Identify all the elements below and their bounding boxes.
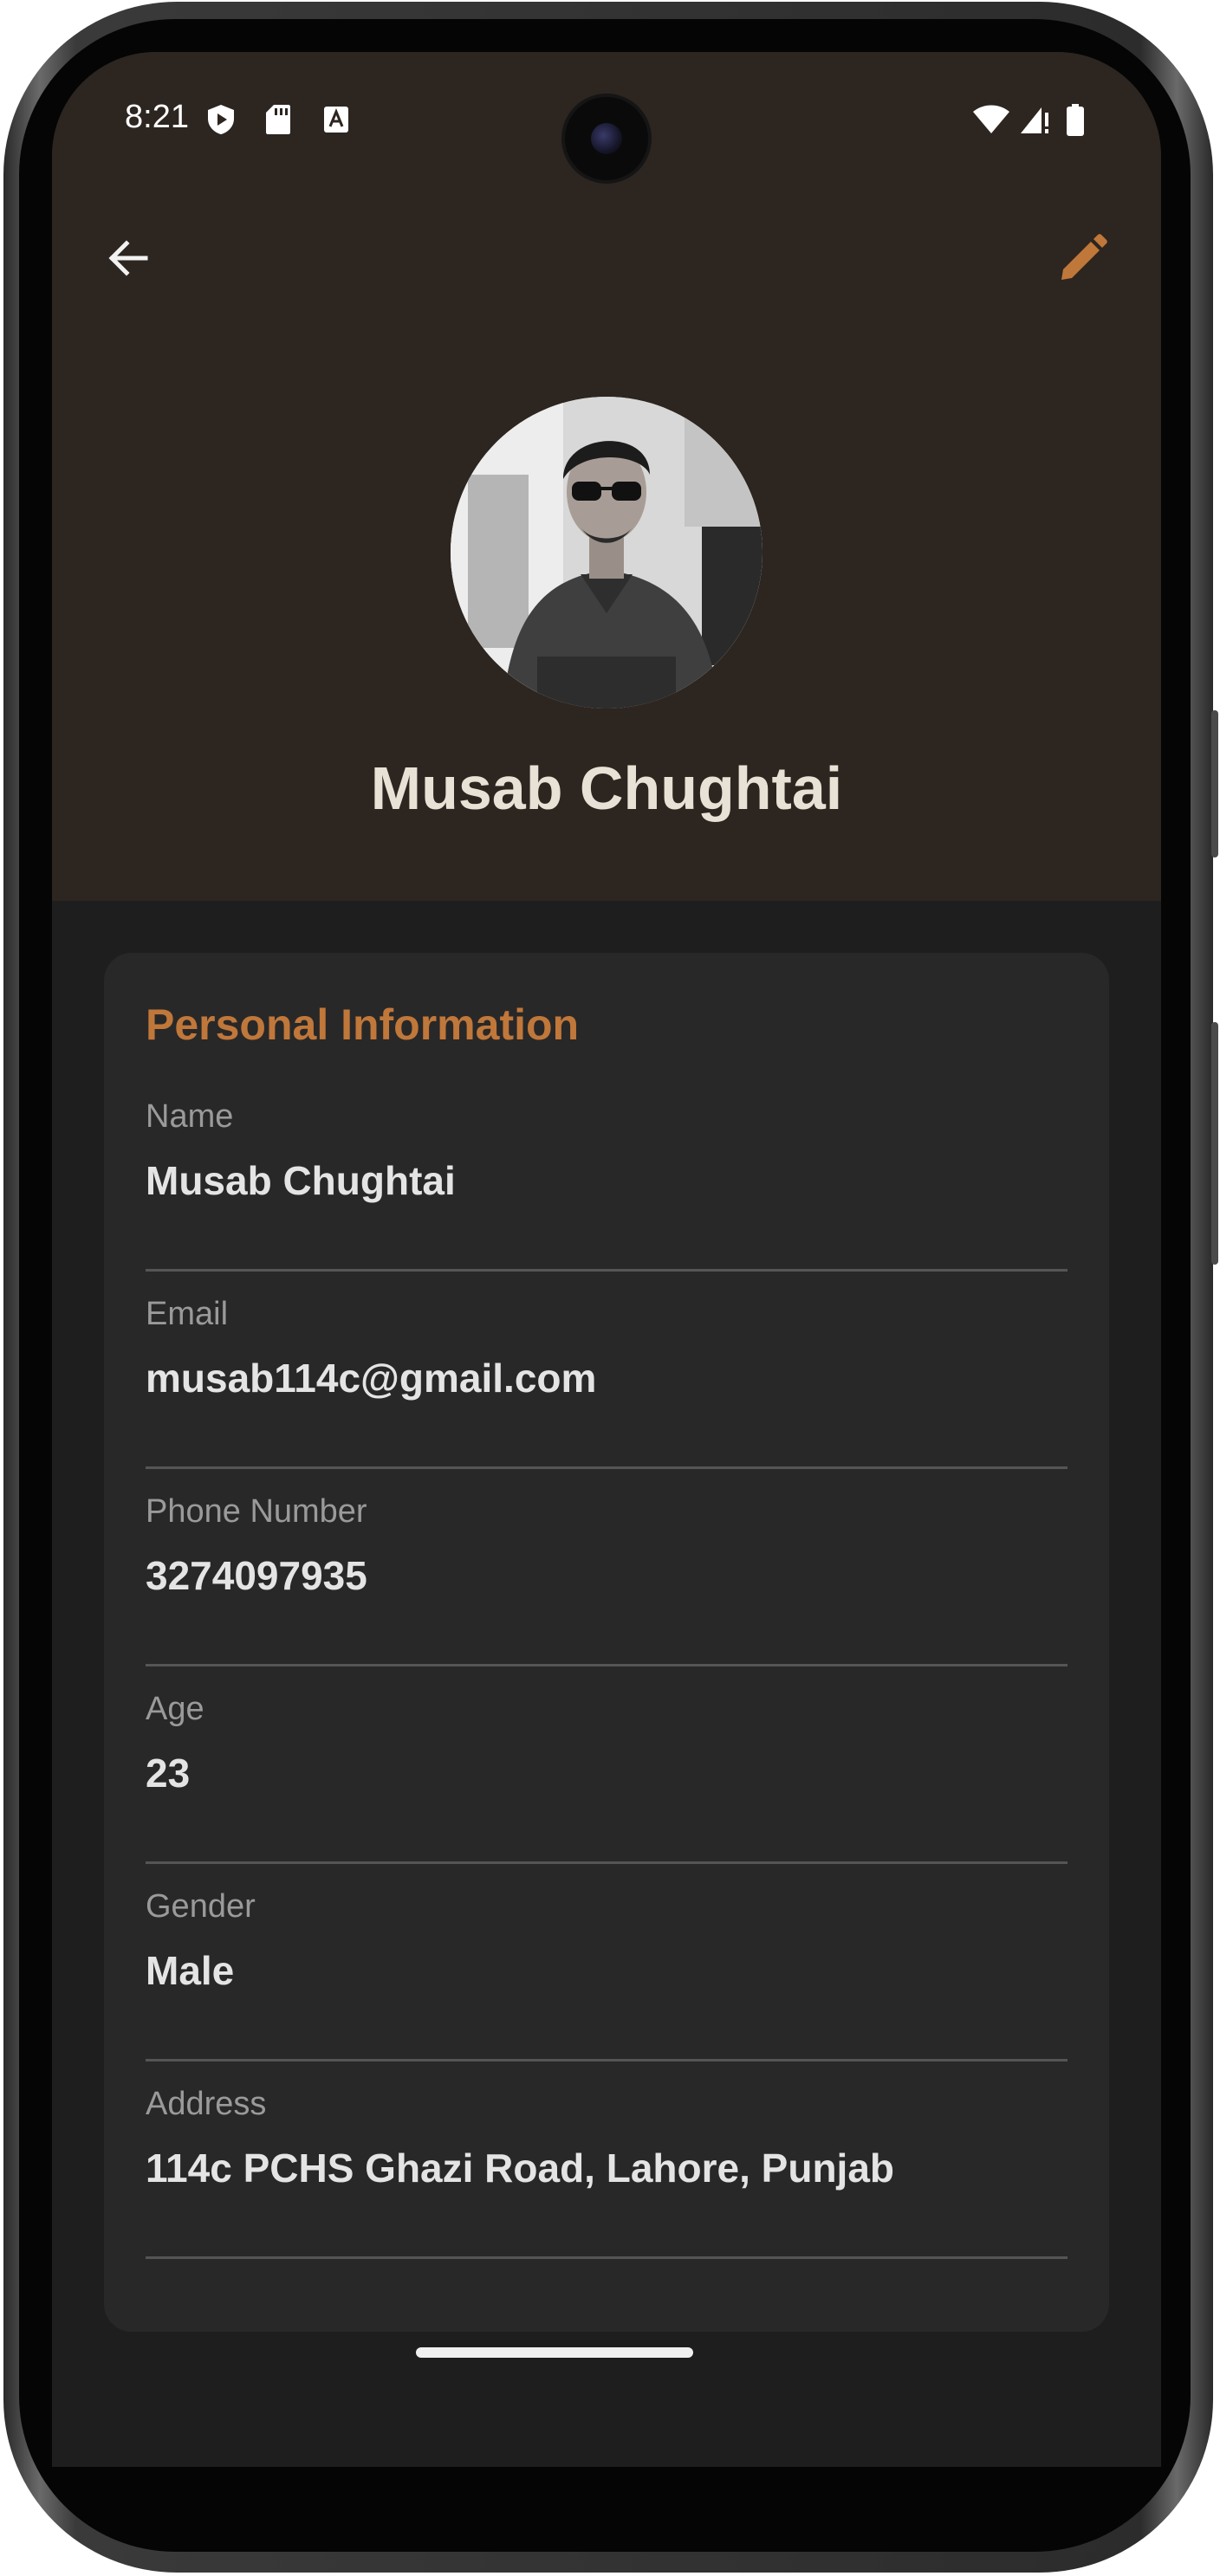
phone-field[interactable]: Phone Number 3274097935 xyxy=(146,1469,1068,1667)
edit-profile-button[interactable] xyxy=(1048,223,1118,293)
field-value: 114c PCHS Ghazi Road, Lahore, Punjab xyxy=(146,2146,895,2191)
field-label: Email xyxy=(146,1296,229,1332)
avatar-photo xyxy=(451,397,762,709)
volume-button xyxy=(1211,1022,1218,1265)
field-label: Age xyxy=(146,1691,204,1727)
profile-header: 8:21 Musab Chughtai xyxy=(52,52,1161,901)
front-camera xyxy=(565,97,648,180)
field-value: Musab Chughtai xyxy=(146,1158,456,1203)
name-field[interactable]: Name Musab Chughtai xyxy=(146,1074,1068,1272)
wifi-icon xyxy=(972,104,1010,135)
status-time: 8:21 xyxy=(125,99,189,135)
camera-lens xyxy=(591,123,622,154)
gender-field[interactable]: Gender Male xyxy=(146,1864,1068,2061)
signal-icon xyxy=(1019,104,1050,135)
age-field[interactable]: Age 23 xyxy=(146,1667,1068,1864)
gesture-nav-handle[interactable] xyxy=(416,2347,693,2358)
phone-device: 8:21 Musab Chughtai Personal Information… xyxy=(0,0,1220,2576)
field-label: Gender xyxy=(146,1888,256,1925)
field-value: 23 xyxy=(146,1751,191,1796)
email-field[interactable]: Email musab114c@gmail.com xyxy=(146,1272,1068,1469)
field-label: Address xyxy=(146,2086,267,2122)
sd-card-icon xyxy=(265,104,291,135)
font-icon xyxy=(322,104,350,135)
personal-info-card: Personal Information Name Musab Chughtai… xyxy=(104,953,1109,2332)
profile-avatar xyxy=(451,397,762,709)
field-value: Male xyxy=(146,1948,235,1993)
field-label: Name xyxy=(146,1098,234,1135)
app-screen: 8:21 Musab Chughtai Personal Information… xyxy=(52,52,1161,2467)
field-value: musab114c@gmail.com xyxy=(146,1356,597,1401)
back-button[interactable] xyxy=(94,223,163,293)
profile-name: Musab Chughtai xyxy=(370,754,843,822)
play-protect-icon xyxy=(206,104,236,135)
address-field[interactable]: Address 114c PCHS Ghazi Road, Lahore, Pu… xyxy=(146,2061,1068,2259)
section-title: Personal Information xyxy=(146,1000,580,1049)
field-value: 3274097935 xyxy=(146,1553,367,1598)
pencil-icon xyxy=(1061,234,1107,280)
battery-icon xyxy=(1066,104,1085,136)
power-button xyxy=(1211,710,1218,858)
arrow-back-icon xyxy=(108,240,148,276)
field-label: Phone Number xyxy=(146,1493,367,1530)
